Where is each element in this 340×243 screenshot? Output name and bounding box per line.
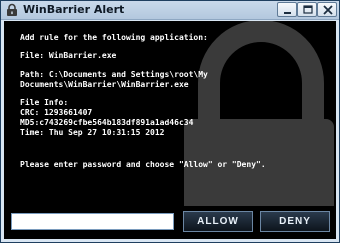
action-bar: Allow Deny [4, 206, 336, 239]
lock-icon [7, 3, 17, 16]
rule-heading: Add rule for the following application: [20, 33, 208, 42]
minimize-icon [284, 12, 291, 14]
close-icon [323, 5, 333, 15]
file-line: File: WinBarrier.exe [20, 51, 117, 60]
allow-button[interactable]: Allow [183, 211, 253, 232]
maximize-button[interactable] [297, 2, 317, 17]
maximize-icon [303, 5, 313, 14]
time-line: Time: Thu Sep 27 10:31:15 2012 [20, 128, 165, 137]
path-line-1: Path: C:\Documents and Settings\root\My [20, 70, 208, 79]
window-title: WinBarrier Alert [23, 3, 125, 16]
password-input[interactable] [11, 213, 174, 230]
crc-line: CRC: 1293661407 [20, 108, 93, 117]
file-info-title: File Info: [20, 98, 69, 107]
close-button[interactable] [317, 2, 337, 17]
password-prompt: Please enter password and choose "Allow"… [20, 160, 266, 169]
title-bar[interactable]: WinBarrier Alert [1, 1, 339, 20]
minimize-button[interactable] [277, 2, 297, 17]
message-panel: Add rule for the following application: … [4, 21, 336, 206]
md5-line: MD5:c743269cfbe564b183df891a1ad46c34 [20, 118, 194, 127]
alert-window: WinBarrier Alert Add rule for the follow… [0, 0, 340, 243]
path-line-2: Documents\WinBarrier\WinBarrier.exe [20, 80, 189, 89]
deny-button[interactable]: Deny [260, 211, 330, 232]
